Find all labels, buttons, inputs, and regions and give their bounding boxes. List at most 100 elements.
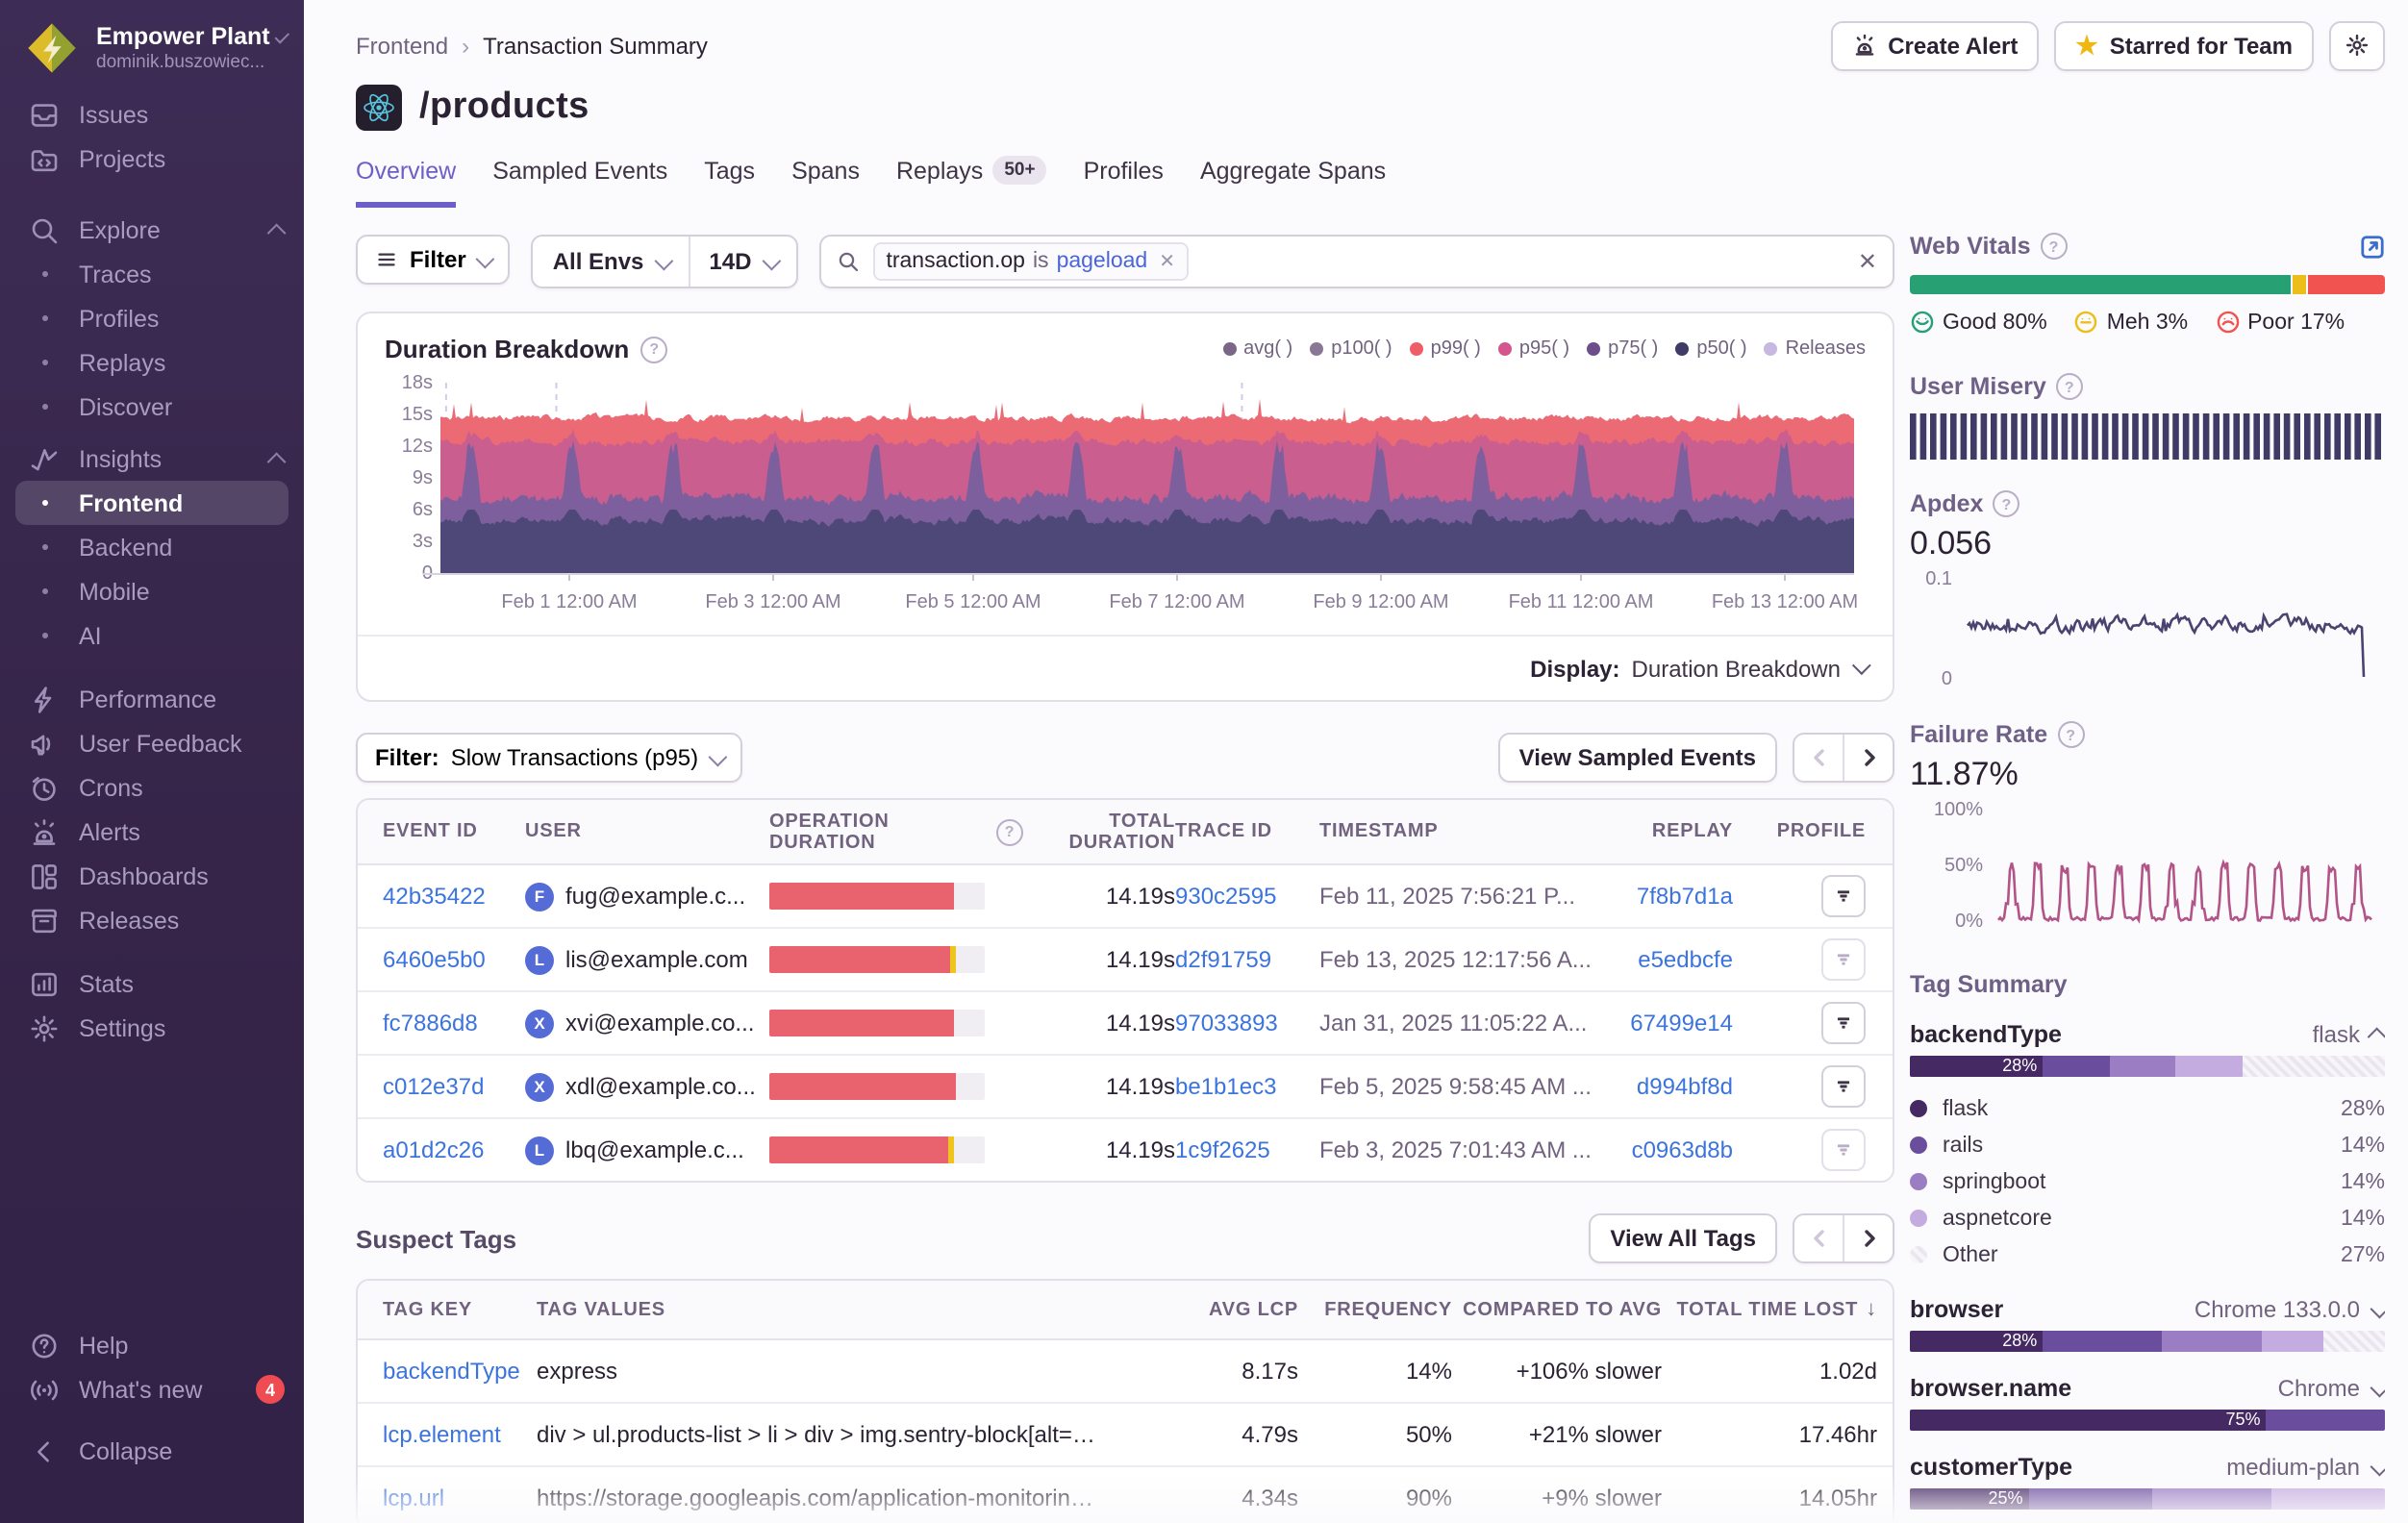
tag-distribution-bar[interactable]: 25%	[1910, 1488, 2385, 1510]
help-icon[interactable]: ?	[996, 818, 1023, 845]
org-switcher[interactable]: Empower Plant dominik.buszowiec...	[23, 19, 285, 77]
replay-link[interactable]: e5edbcfe	[1638, 946, 1733, 973]
tab-tags[interactable]: Tags	[704, 156, 755, 208]
event-row[interactable]: 6460e5b0Llis@example.com14.19sd2f91759Fe…	[358, 929, 1893, 992]
event-id-link[interactable]: a01d2c26	[383, 1136, 484, 1163]
token-remove-icon[interactable]: ✕	[1159, 251, 1175, 272]
sidebar-item-explore[interactable]: Explore	[0, 208, 304, 252]
tag-legend-row[interactable]: aspnetcore14%	[1910, 1200, 2385, 1236]
tag-legend-row[interactable]: springboot14%	[1910, 1163, 2385, 1200]
settings-button[interactable]	[2329, 20, 2385, 70]
pager-next-button[interactable]	[1843, 735, 1893, 781]
tag-legend-row[interactable]: flask28%	[1910, 1090, 2385, 1127]
sidebar-item-traces[interactable]: Traces	[0, 252, 304, 296]
legend-item[interactable]: Releases	[1765, 338, 1866, 360]
column-header-event-id[interactable]: EVENT ID	[383, 821, 525, 842]
trace-id-link[interactable]: be1b1ec3	[1175, 1073, 1276, 1100]
tag-legend-row[interactable]: Other27%	[1910, 1236, 2385, 1273]
suspect-tag-row[interactable]: lcp.urlhttps://storage.googleapis.com/ap…	[358, 1467, 1893, 1523]
column-header-tag-key[interactable]: TAG KEY	[383, 1299, 537, 1320]
tag-key-link[interactable]: backendType	[383, 1358, 520, 1385]
column-header-tag-values[interactable]: TAG VALUES	[537, 1299, 1127, 1320]
tab-aggregate-spans[interactable]: Aggregate Spans	[1200, 156, 1386, 208]
view-sampled-events-button[interactable]: View Sampled Events	[1498, 733, 1777, 783]
sidebar-item-user-feedback[interactable]: User Feedback	[0, 721, 304, 765]
column-header-avg-lcp[interactable]: AVG LCP	[1127, 1299, 1298, 1320]
profile-button[interactable]	[1821, 875, 1866, 917]
tag-distribution-bar[interactable]: 28%	[1910, 1331, 2385, 1352]
trace-id-link[interactable]: d2f91759	[1175, 946, 1271, 973]
column-header-profile[interactable]: PROFILE	[1760, 821, 1877, 842]
column-header-total-time-lost[interactable]: TOTAL TIME LOST↓	[1662, 1298, 1877, 1321]
sidebar-item-profiles[interactable]: Profiles	[0, 296, 304, 340]
sidebar-item-dashboards[interactable]: Dashboards	[0, 854, 304, 898]
help-icon[interactable]: ?	[1993, 490, 2019, 517]
pager-prev-button[interactable]	[1794, 735, 1843, 781]
tag-distribution-bar[interactable]: 28%	[1910, 1056, 2385, 1077]
trace-id-link[interactable]: 1c9f2625	[1175, 1136, 1270, 1163]
trace-id-link[interactable]: 930c2595	[1175, 883, 1276, 910]
display-selector[interactable]: Duration Breakdown	[1632, 655, 1866, 682]
event-row[interactable]: fc7886d8Xxvi@example.co...14.19s97033893…	[358, 992, 1893, 1056]
sidebar-item-performance[interactable]: Performance	[0, 677, 304, 721]
tab-spans[interactable]: Spans	[791, 156, 860, 208]
replay-link[interactable]: d994bf8d	[1637, 1073, 1733, 1100]
date-range-selector[interactable]: 14D	[690, 237, 795, 287]
sidebar-item-replays[interactable]: Replays	[0, 340, 304, 385]
tab-overview[interactable]: Overview	[356, 156, 456, 208]
column-header-frequency[interactable]: FREQUENCY	[1298, 1299, 1452, 1320]
tab-profiles[interactable]: Profiles	[1084, 156, 1164, 208]
help-icon[interactable]: ?	[2041, 233, 2068, 260]
events-filter-button[interactable]: Filter: Slow Transactions (p95)	[356, 733, 742, 783]
sidebar-item-insights[interactable]: Insights	[0, 437, 304, 481]
column-header-timestamp[interactable]: TIMESTAMP	[1319, 821, 1621, 842]
tag-value-selector[interactable]: flask	[2313, 1021, 2385, 1048]
help-icon[interactable]: ?	[2057, 721, 2084, 748]
web-vitals-bar[interactable]	[1910, 275, 2385, 294]
user-misery-chart[interactable]	[1910, 413, 2385, 460]
filter-button[interactable]: Filter	[356, 235, 511, 285]
legend-item[interactable]: p100( )	[1310, 338, 1392, 360]
failure-rate-chart[interactable]: 100%50%0%	[1910, 794, 2385, 933]
column-header-replay[interactable]: REPLAY	[1621, 821, 1760, 842]
suspect-tag-row[interactable]: backendTypeexpress8.17s14%+106% slower1.…	[358, 1340, 1893, 1404]
event-row[interactable]: a01d2c26Llbq@example.c...14.19s1c9f2625F…	[358, 1119, 1893, 1181]
tab-replays[interactable]: Replays50+	[896, 156, 1047, 208]
tag-key-link[interactable]: lcp.element	[383, 1421, 501, 1448]
sidebar-item-ai[interactable]: AI	[0, 613, 304, 658]
replay-link[interactable]: 67499e14	[1630, 1010, 1733, 1036]
breadcrumb-project[interactable]: Frontend	[356, 32, 448, 59]
sidebar-item-backend[interactable]: Backend	[0, 525, 304, 569]
legend-item[interactable]: p50( )	[1675, 338, 1746, 360]
event-row[interactable]: c012e37dXxdl@example.co...14.19sbe1b1ec3…	[358, 1056, 1893, 1119]
replay-link[interactable]: 7f8b7d1a	[1637, 883, 1733, 910]
sidebar-item-releases[interactable]: Releases	[0, 898, 304, 942]
help-icon[interactable]: ?	[2056, 373, 2083, 400]
tag-distribution-bar[interactable]: 75%	[1910, 1410, 2385, 1431]
legend-item[interactable]: p95( )	[1498, 338, 1569, 360]
column-header-user[interactable]: USER	[525, 821, 769, 842]
create-alert-button[interactable]: Create Alert	[1830, 20, 2039, 70]
env-selector[interactable]: All Envs	[534, 237, 689, 287]
search-clear-icon[interactable]: ✕	[1858, 248, 1877, 275]
profile-button[interactable]	[1821, 1129, 1866, 1171]
column-header-total-duration[interactable]: TOTAL DURATION	[1023, 811, 1175, 853]
sidebar-item-stats[interactable]: Stats	[0, 961, 304, 1006]
sidebar-item-frontend[interactable]: Frontend	[15, 481, 288, 525]
search-token[interactable]: transaction.op is pageload ✕	[872, 242, 1189, 281]
sidebar-item-alerts[interactable]: Alerts	[0, 810, 304, 854]
search-input[interactable]: transaction.op is pageload ✕ ✕	[818, 235, 1894, 288]
event-id-link[interactable]: 6460e5b0	[383, 946, 486, 973]
replay-link[interactable]: c0963d8b	[1632, 1136, 1733, 1163]
column-header-trace-id[interactable]: TRACE ID	[1175, 821, 1319, 842]
profile-button[interactable]	[1821, 938, 1866, 981]
help-icon[interactable]: ?	[640, 336, 667, 362]
apdex-chart[interactable]: 0.10	[1910, 563, 2385, 694]
tag-value-selector[interactable]: Chrome	[2278, 1375, 2385, 1402]
legend-item[interactable]: p99( )	[1410, 338, 1481, 360]
pager-next-button[interactable]	[1843, 1215, 1893, 1261]
sidebar-item-what-s-new[interactable]: What's new4	[0, 1367, 304, 1411]
event-row[interactable]: 42b35422Ffug@example.c...14.19s930c2595F…	[358, 865, 1893, 929]
sidebar-item-projects[interactable]: Projects	[0, 137, 304, 181]
legend-item[interactable]: avg( )	[1222, 338, 1292, 360]
